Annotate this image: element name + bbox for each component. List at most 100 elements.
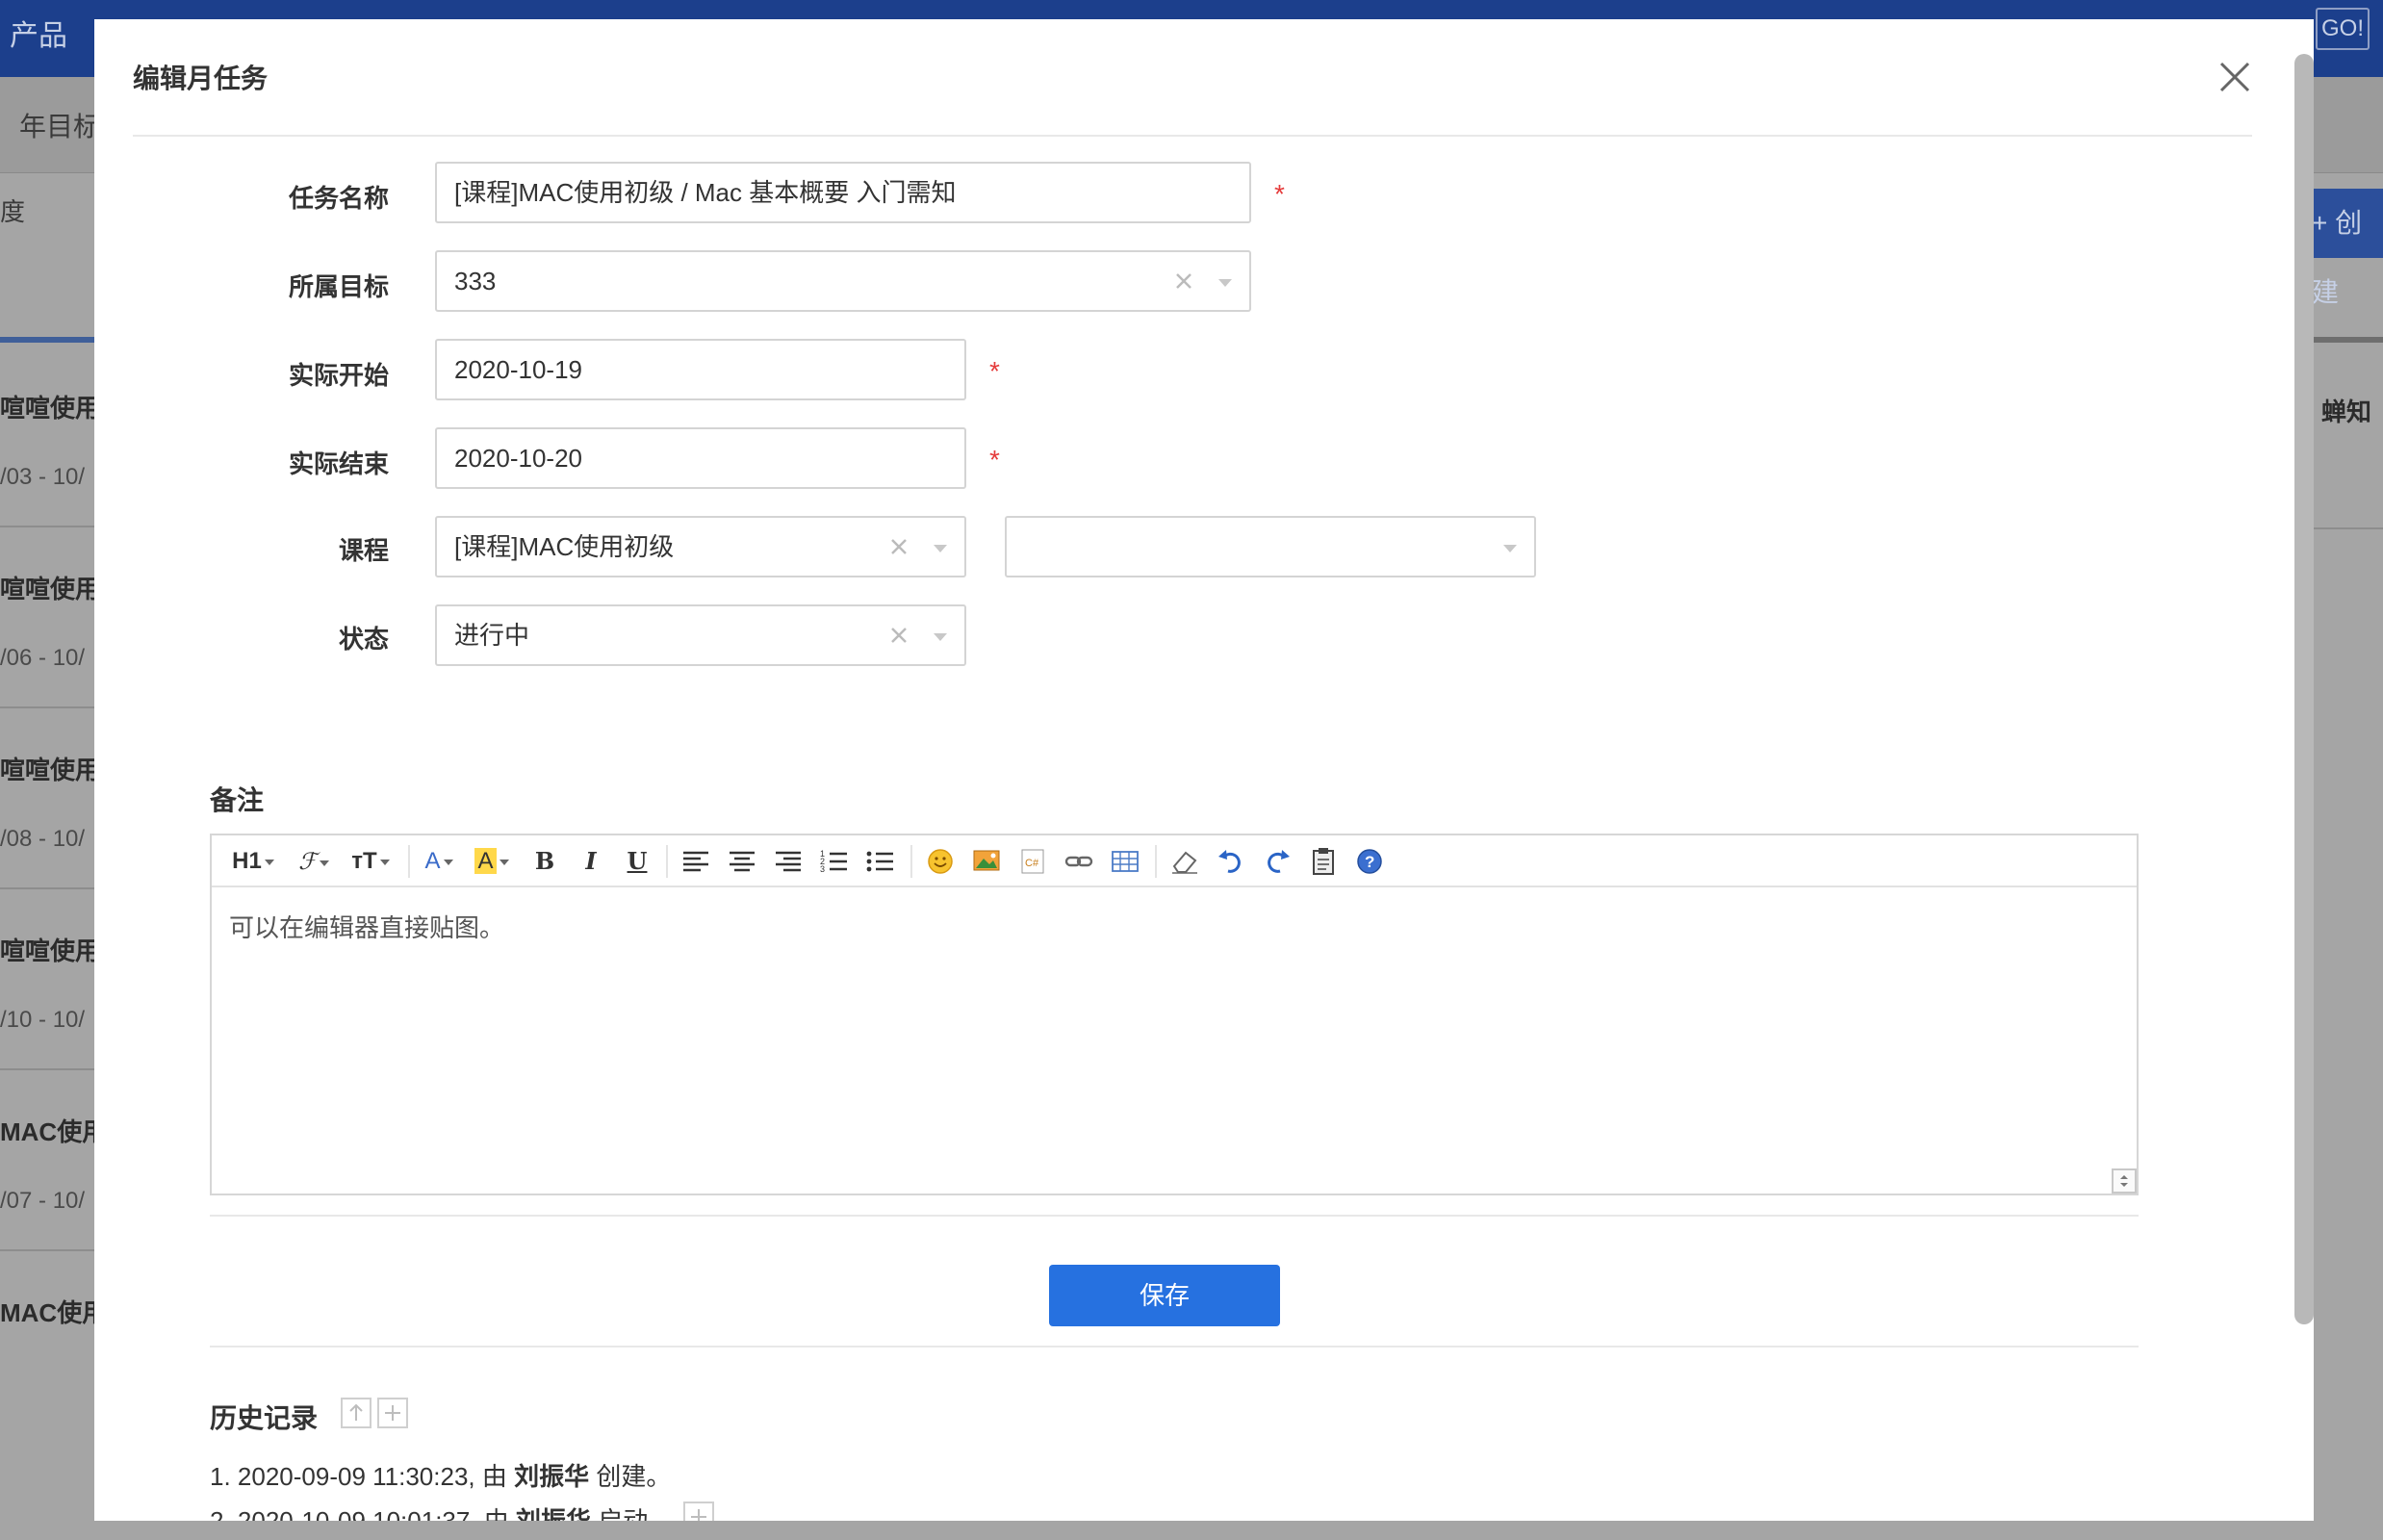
list-item-date: /07 - 10/	[0, 1188, 86, 1214]
create-button[interactable]: + 创建	[2306, 189, 2383, 307]
list-item-date: /08 - 10/	[0, 826, 86, 852]
toolbar-divider	[1155, 845, 1157, 878]
redo-icon[interactable]	[1261, 845, 1294, 878]
help-icon[interactable]: ?	[1353, 845, 1386, 878]
history-item-time: 1. 2020-09-09 11:30:23, 由	[210, 1462, 515, 1491]
link-icon[interactable]	[1063, 845, 1095, 878]
chevron-down-icon	[1218, 279, 1232, 287]
modal-scrollbar[interactable]	[2294, 54, 2314, 1324]
underline-icon: U	[627, 847, 648, 875]
bold-button[interactable]: B	[531, 845, 558, 878]
clear-icon[interactable]	[887, 624, 910, 647]
heading-label: H1	[232, 848, 262, 874]
history-item-time: 2. 2020-10-09 10:01:37, 由	[210, 1506, 517, 1521]
task-name-label: 任务名称	[288, 184, 389, 213]
goal-label: 所属目标	[288, 272, 389, 301]
edit-month-task-dialog: 编辑月任务 任务名称 [课程]MAC使用初级 / Mac 基本概要 入门需知 *…	[94, 19, 2314, 1521]
svg-text:3: 3	[820, 864, 825, 874]
notes-title: 备注	[210, 785, 265, 815]
ordered-list-icon[interactable]: 123	[818, 845, 851, 878]
background-color-icon: A	[474, 848, 497, 874]
list-item[interactable]: 喧喧使用 /06 - 10/	[0, 527, 96, 708]
list-item-title: 喧喧使用	[0, 394, 96, 423]
list-item[interactable]: 喧喧使用 /10 - 10/	[0, 889, 96, 1070]
font-family-icon: ℱ	[298, 848, 317, 875]
font-color-button[interactable]: A	[420, 845, 458, 878]
font-color-icon: A	[424, 848, 441, 874]
list-item-date: /06 - 10/	[0, 645, 86, 671]
save-button[interactable]: 保存	[1049, 1265, 1280, 1326]
table-icon[interactable]	[1109, 845, 1141, 878]
task-name-input[interactable]: [课程]MAC使用初级 / Mac 基本概要 入门需知	[435, 162, 1251, 223]
clear-icon[interactable]	[1172, 270, 1195, 293]
list-item[interactable]: 喧喧使用 /03 - 10/	[0, 346, 96, 527]
toolbar-divider	[666, 845, 668, 878]
align-left-icon[interactable]	[679, 845, 712, 878]
toolbar-divider	[408, 845, 410, 878]
expand-icon[interactable]	[683, 1502, 714, 1521]
background-color-button[interactable]: A	[470, 845, 514, 878]
required-mark: *	[989, 445, 1000, 475]
tab-underline	[0, 337, 96, 343]
chevron-down-icon	[934, 545, 947, 552]
header-divider	[133, 135, 2252, 137]
editor-divider	[210, 1215, 2139, 1217]
list-item-date: /10 - 10/	[0, 1007, 86, 1033]
required-mark: *	[1274, 179, 1285, 209]
font-family-button[interactable]: ℱ	[293, 845, 335, 878]
eraser-icon[interactable]	[1168, 845, 1201, 878]
list-item-title: 喧喧使用	[0, 937, 96, 965]
actual-end-input[interactable]: 2020-10-20	[435, 427, 966, 489]
goal-select-value: 333	[454, 267, 497, 295]
svg-text:C#: C#	[1025, 858, 1039, 869]
align-center-icon[interactable]	[726, 845, 758, 878]
editor-content[interactable]: 可以在编辑器直接贴图。	[212, 889, 2137, 1194]
heading-button[interactable]: H1	[229, 845, 277, 878]
code-block-icon[interactable]: C#	[1016, 845, 1049, 878]
status-select-value: 进行中	[454, 621, 530, 650]
course-lesson-select[interactable]	[1005, 516, 1536, 578]
image-icon[interactable]	[970, 845, 1003, 878]
expand-icon[interactable]	[377, 1398, 408, 1428]
list-item-date: /03 - 10/	[0, 464, 86, 490]
tab-underline-right	[2306, 337, 2383, 343]
font-size-button[interactable]: тT	[346, 845, 395, 878]
list-item[interactable]: MAC使用	[0, 1251, 96, 1432]
history-item-action: 启动。	[591, 1506, 674, 1521]
background-list: 度 喧喧使用 /03 - 10/ 喧喧使用 /06 - 10/ 喧喧使用 /08…	[0, 0, 96, 1540]
status-select[interactable]: 进行中	[435, 604, 966, 666]
italic-button[interactable]: I	[577, 845, 604, 878]
list-item[interactable]: 喧喧使用 /08 - 10/	[0, 708, 96, 889]
svg-text:?: ?	[1365, 853, 1374, 871]
emoji-icon[interactable]	[924, 845, 957, 878]
underline-button[interactable]: U	[624, 845, 651, 878]
bullet-list-icon[interactable]	[864, 845, 897, 878]
breadcrumb[interactable]: 度	[0, 192, 25, 228]
clear-icon[interactable]	[887, 535, 910, 558]
font-size-icon: тT	[351, 848, 377, 874]
dialog-title: 编辑月任务	[133, 64, 269, 93]
status-label: 状态	[338, 625, 389, 654]
list-item-title: 喧喧使用	[0, 575, 96, 603]
course-select[interactable]: [课程]MAC使用初级	[435, 516, 966, 578]
close-icon[interactable]	[2214, 56, 2256, 98]
chevron-down-icon	[1503, 545, 1517, 552]
toolbar-divider	[910, 845, 912, 878]
paste-icon[interactable]	[1307, 845, 1340, 878]
list-item[interactable]: MAC使用 /07 - 10/	[0, 1070, 96, 1251]
sort-up-icon[interactable]	[341, 1398, 372, 1428]
rich-text-editor: H1 ℱ тT A A B I U 123 C# ? 可以在编辑器直接贴图。	[210, 834, 2139, 1195]
goal-select[interactable]: 333	[435, 250, 1251, 312]
actual-end-label: 实际结束	[288, 449, 389, 478]
history-item-user: 刘振华	[514, 1462, 590, 1491]
course-label: 课程	[338, 536, 389, 565]
undo-icon[interactable]	[1215, 845, 1247, 878]
align-right-icon[interactable]	[772, 845, 805, 878]
chevron-down-icon	[934, 633, 947, 641]
history-item: 2. 2020-10-09 10:01:37, 由 刘振华 启动。	[210, 1502, 673, 1521]
resize-handle[interactable]	[2112, 1168, 2137, 1194]
actual-start-input[interactable]: 2020-10-19	[435, 339, 966, 400]
go-button[interactable]: GO!	[2316, 8, 2370, 50]
list-item-right[interactable]: 蝉知	[2306, 346, 2383, 529]
list-item-title: 蝉知	[2321, 398, 2372, 426]
